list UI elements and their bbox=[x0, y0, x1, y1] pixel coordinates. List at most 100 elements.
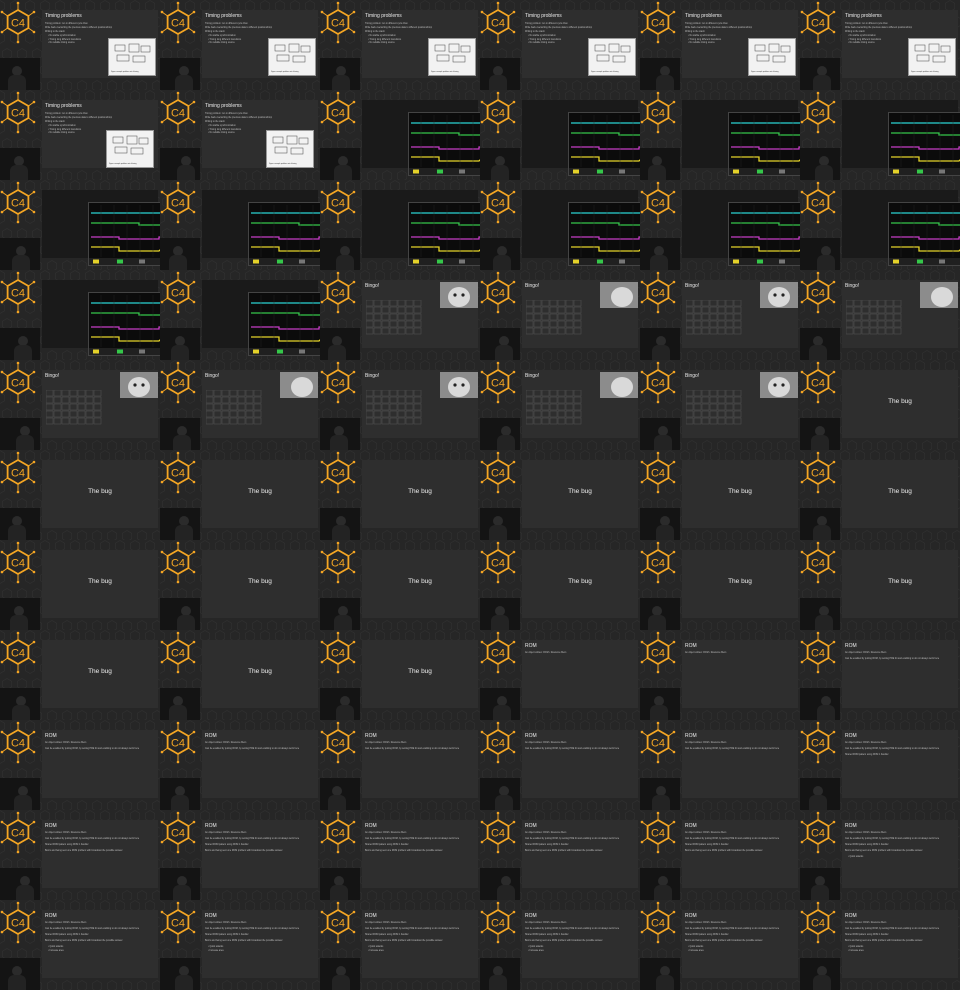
video-frame-thumbnail[interactable]: C4 Timing problems Timing problem: run in … bbox=[640, 0, 800, 90]
video-frame-thumbnail[interactable]: C4 The bug bbox=[160, 540, 320, 630]
diagram-caption: Figure: example problems out of timing bbox=[269, 164, 297, 165]
video-frame-thumbnail[interactable]: C4 Bingo! bbox=[320, 270, 480, 360]
video-frame-thumbnail[interactable]: C4 Timing problems Timing problem: run in … bbox=[480, 0, 640, 90]
video-frame-thumbnail[interactable]: C4 Bingo! bbox=[160, 360, 320, 450]
video-frame-thumbnail[interactable]: C4 Timing problems Timing problem: run in … bbox=[160, 90, 320, 180]
video-frame-thumbnail[interactable]: C4 ROM An object written: ROM • Resource M… bbox=[640, 720, 800, 810]
video-frame-thumbnail[interactable]: C4 The bug bbox=[800, 360, 960, 450]
oscilloscope-capture bbox=[888, 112, 960, 176]
slide-text: Shared ROM pattern using ROM 1 handler bbox=[525, 934, 569, 936]
slide bbox=[522, 100, 640, 176]
video-frame-thumbnail[interactable]: C4 ROM An object written: ROM • Resource M… bbox=[320, 810, 480, 900]
video-frame-thumbnail[interactable]: C4 The bug bbox=[480, 450, 640, 540]
video-frame-thumbnail[interactable]: C4 Bingo! bbox=[320, 360, 480, 450]
slide-text: An object written: ROM • Resource Mem bbox=[845, 652, 887, 654]
scope-traces bbox=[89, 205, 160, 265]
video-frame-thumbnail[interactable]: C4 The bug bbox=[800, 450, 960, 540]
video-frame-thumbnail[interactable]: C4 Timing problems Timing problem: run in … bbox=[160, 0, 320, 90]
video-frame-thumbnail[interactable]: C4 bbox=[640, 90, 800, 180]
video-frame-thumbnail[interactable]: C4 The bug bbox=[0, 450, 160, 540]
slide-text: An object written: ROM • Resource Mem bbox=[845, 922, 887, 924]
video-frame-thumbnail[interactable]: C4 The bug bbox=[0, 630, 160, 720]
logo-text: C4 bbox=[811, 558, 825, 570]
video-frame-thumbnail[interactable]: C4 ROM An object written: ROM • Resource M… bbox=[160, 720, 320, 810]
video-frame-thumbnail[interactable]: C4 The bug bbox=[320, 540, 480, 630]
slide-heading: The bug bbox=[408, 578, 432, 585]
video-frame-thumbnail[interactable]: C4 ROM An object written: ROM • Resource M… bbox=[480, 810, 640, 900]
oscilloscope-capture bbox=[568, 202, 640, 266]
video-frame-thumbnail[interactable]: C4 ROM An object written: ROM • Resource M… bbox=[320, 720, 480, 810]
video-frame-thumbnail[interactable]: C4 ROM An object written: ROM • Resource M… bbox=[800, 810, 960, 900]
video-frame-thumbnail[interactable]: C4 The bug bbox=[320, 630, 480, 720]
video-frame-thumbnail[interactable]: C4 bbox=[640, 180, 800, 270]
c4-logo-icon: C4 bbox=[320, 721, 356, 764]
presenter-camera bbox=[480, 238, 520, 270]
slide-text: Write back overwriting the previous data… bbox=[525, 27, 593, 29]
presenter-torso bbox=[328, 345, 346, 360]
video-frame-thumbnail[interactable]: C4 ROM An object written: ROM • Resource M… bbox=[800, 720, 960, 810]
video-frame-thumbnail[interactable]: C4 ROM An object written: ROM • Resource M… bbox=[480, 630, 640, 720]
video-frame-thumbnail[interactable]: C4 Bingo! bbox=[800, 270, 960, 360]
video-frame-thumbnail[interactable]: C4 bbox=[160, 180, 320, 270]
slide: The bug bbox=[842, 370, 958, 438]
video-frame-thumbnail[interactable]: C4 bbox=[320, 180, 480, 270]
video-frame-thumbnail[interactable]: C4 ROM An object written: ROM • Resource M… bbox=[640, 630, 800, 720]
video-frame-thumbnail[interactable]: C4 Bingo! bbox=[640, 360, 800, 450]
slide-text: Writing to the stack: bbox=[365, 31, 386, 33]
presenter-torso bbox=[813, 75, 831, 90]
video-frame-thumbnail[interactable]: C4 Timing problems Timing problem: run in … bbox=[320, 0, 480, 90]
slide-text: Write back overwriting the previous data… bbox=[45, 27, 113, 29]
video-frame-thumbnail[interactable]: C4 Bingo! bbox=[0, 360, 160, 450]
video-frame-thumbnail[interactable]: C4 The bug bbox=[320, 450, 480, 540]
video-frame-thumbnail[interactable]: C4 ROM An object written: ROM • Resource M… bbox=[160, 810, 320, 900]
presenter-camera bbox=[160, 418, 200, 450]
video-frame-thumbnail[interactable]: C4 ROM An object written: ROM • Resource M… bbox=[0, 900, 160, 990]
video-frame-thumbnail[interactable]: C4 bbox=[320, 90, 480, 180]
video-frame-thumbnail[interactable]: C4 bbox=[480, 90, 640, 180]
slide: ROM An object written: ROM • Resource Mem… bbox=[362, 910, 478, 978]
video-frame-thumbnail[interactable]: C4 Timing problems Timing problem: run in … bbox=[800, 0, 960, 90]
video-frame-thumbnail[interactable]: C4 The bug bbox=[160, 450, 320, 540]
video-frame-thumbnail[interactable]: C4 ROM An object written: ROM • Resource M… bbox=[0, 720, 160, 810]
logo-text: C4 bbox=[651, 288, 665, 300]
presenter-camera bbox=[320, 598, 360, 630]
video-frame-thumbnail[interactable]: C4 bbox=[160, 270, 320, 360]
video-frame-thumbnail[interactable]: C4 The bug bbox=[800, 540, 960, 630]
logo-text: C4 bbox=[171, 648, 185, 660]
video-frame-thumbnail[interactable]: C4 bbox=[800, 90, 960, 180]
slide-heading: The bug bbox=[248, 668, 272, 675]
diagram-caption: Figure: example problems out of timing bbox=[111, 72, 139, 73]
video-frame-thumbnail[interactable]: C4 ROM An object written: ROM • Resource M… bbox=[640, 810, 800, 900]
video-frame-thumbnail[interactable]: C4 ROM An object written: ROM • Resource M… bbox=[320, 900, 480, 990]
video-frame-thumbnail[interactable]: C4 The bug bbox=[160, 630, 320, 720]
video-frame-thumbnail[interactable]: C4 Timing problems Timing problem: run in … bbox=[0, 0, 160, 90]
presenter-camera bbox=[480, 688, 520, 720]
video-frame-thumbnail[interactable]: C4 The bug bbox=[0, 540, 160, 630]
video-frame-thumbnail[interactable]: C4 bbox=[0, 270, 160, 360]
video-frame-thumbnail[interactable]: C4 ROM An object written: ROM • Resource M… bbox=[0, 810, 160, 900]
video-frame-thumbnail[interactable]: C4 ROM An object written: ROM • Resource M… bbox=[480, 720, 640, 810]
video-frame-thumbnail[interactable]: C4 ROM An object written: ROM • Resource M… bbox=[800, 900, 960, 990]
video-frame-thumbnail[interactable]: C4 The bug bbox=[640, 450, 800, 540]
c4-logo-icon: C4 bbox=[480, 541, 516, 584]
slide-text: An object written: ROM • Resource Mem bbox=[845, 742, 887, 744]
video-frame-thumbnail[interactable]: C4 Bingo! bbox=[480, 360, 640, 450]
video-frame-thumbnail[interactable]: C4 ROM An object written: ROM • Resource M… bbox=[480, 900, 640, 990]
c4-logo-icon: C4 bbox=[320, 361, 356, 404]
video-frame-thumbnail[interactable]: C4 Bingo! bbox=[480, 270, 640, 360]
video-frame-thumbnail[interactable]: C4 ROM An object written: ROM • Resource M… bbox=[800, 630, 960, 720]
video-frame-thumbnail[interactable]: C4 ROM An object written: ROM • Resource M… bbox=[160, 900, 320, 990]
logo-text: C4 bbox=[651, 108, 665, 120]
video-frame-thumbnail[interactable]: C4 Bingo! bbox=[640, 270, 800, 360]
video-frame-thumbnail[interactable]: C4 bbox=[480, 180, 640, 270]
slide-title: ROM bbox=[365, 823, 377, 829]
video-frame-thumbnail[interactable]: C4 The bug bbox=[480, 540, 640, 630]
c4-logo-icon: C4 bbox=[0, 451, 36, 494]
video-frame-thumbnail[interactable]: C4 Timing problems Timing problem: run in … bbox=[0, 90, 160, 180]
video-frame-thumbnail[interactable]: C4 bbox=[0, 180, 160, 270]
video-frame-thumbnail[interactable]: C4 bbox=[800, 180, 960, 270]
video-frame-thumbnail[interactable]: C4 ROM An object written: ROM • Resource M… bbox=[640, 900, 800, 990]
video-frame-thumbnail[interactable]: C4 The bug bbox=[640, 540, 800, 630]
slide-text: Can be enabled by putting ROM, by settin… bbox=[525, 748, 620, 750]
slide-bullet: • No reliable timing source bbox=[48, 42, 75, 44]
